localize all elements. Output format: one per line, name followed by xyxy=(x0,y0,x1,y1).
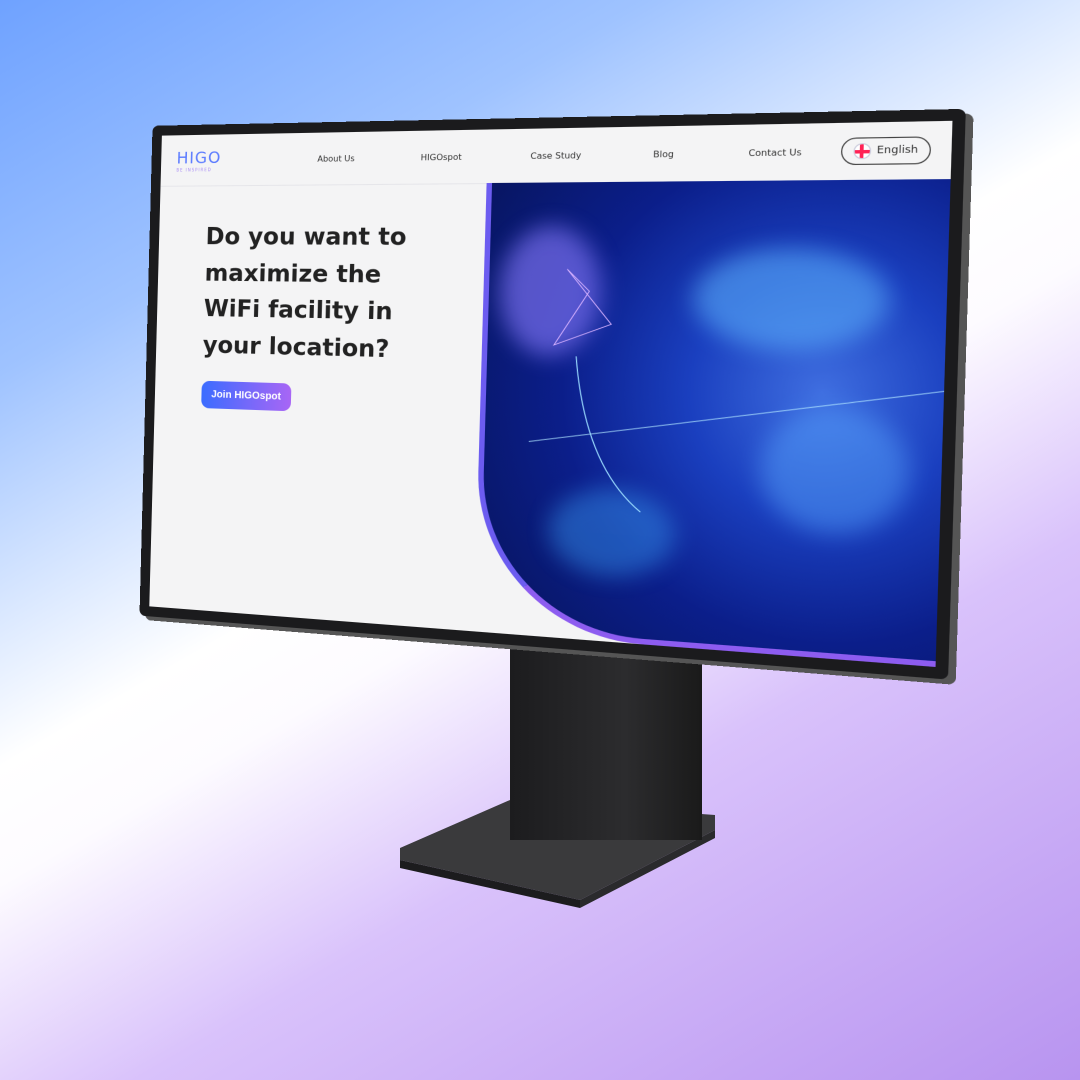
monitor-bezel: HIGO BE INSPIRED About Us HIGOspot Case … xyxy=(139,108,966,680)
top-nav: HIGO BE INSPIRED About Us HIGOspot Case … xyxy=(160,120,953,187)
nav-case-study[interactable]: Case Study xyxy=(530,150,581,160)
logo-name: HIGO xyxy=(176,147,222,168)
monitor-stand-neck xyxy=(510,640,702,840)
uk-flag-icon xyxy=(852,143,871,160)
nav-links: About Us HIGOspot Case Study Blog Contac… xyxy=(285,146,840,163)
language-selector[interactable]: English xyxy=(840,136,932,166)
nav-about-us[interactable]: About Us xyxy=(317,153,355,163)
nav-contact-us[interactable]: Contact Us xyxy=(748,147,801,158)
monitor-mockup: HIGO BE INSPIRED About Us HIGOspot Case … xyxy=(0,0,1080,1080)
logo[interactable]: HIGO BE INSPIRED xyxy=(176,147,285,173)
website-screen: HIGO BE INSPIRED About Us HIGOspot Case … xyxy=(149,120,953,667)
hero-globe-image xyxy=(473,179,951,667)
nav-higospot[interactable]: HIGOspot xyxy=(421,152,462,162)
join-higospot-button[interactable]: Join HIGOspot xyxy=(201,380,292,411)
hero-text: Do you want to maximize the WiFi facilit… xyxy=(201,219,442,416)
nav-blog[interactable]: Blog xyxy=(653,149,674,159)
language-label: English xyxy=(876,144,919,157)
logo-tagline: BE INSPIRED xyxy=(176,167,212,173)
hero-headline: Do you want to maximize the WiFi facilit… xyxy=(202,223,407,364)
